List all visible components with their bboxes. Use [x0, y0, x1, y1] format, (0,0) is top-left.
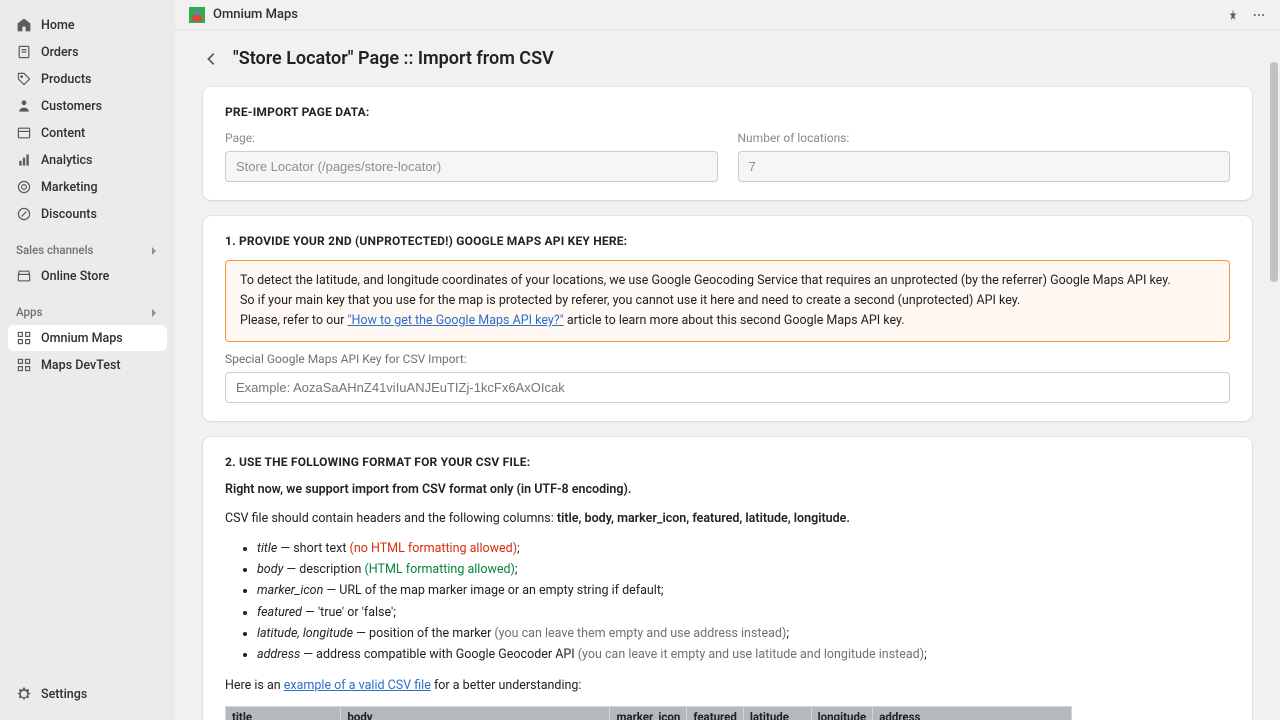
sales-channels-header[interactable]: Sales channels: [8, 237, 167, 263]
step1-card: 1. PROVIDE YOUR 2ND (UNPROTECTED!) GOOGL…: [203, 216, 1252, 421]
table-header: marker_icon: [610, 706, 687, 720]
products-icon: [16, 71, 32, 87]
nav-app-omnium-maps[interactable]: Omnium Maps: [8, 325, 167, 351]
page-label: Page:: [225, 131, 718, 145]
nav-settings[interactable]: Settings: [8, 680, 167, 708]
nav-marketing[interactable]: Marketing: [8, 174, 167, 200]
analytics-icon: [16, 152, 32, 168]
pin-icon[interactable]: [1226, 6, 1240, 24]
nav-customers[interactable]: Customers: [8, 93, 167, 119]
table-header: latitude: [743, 706, 811, 720]
field-list: title — short text (no HTML formatting a…: [257, 539, 1230, 665]
app-logo-icon: [189, 7, 205, 23]
nav-app-maps-devtest[interactable]: Maps DevTest: [8, 352, 167, 378]
nav-online-store[interactable]: Online Store: [8, 263, 167, 289]
apps-header[interactable]: Apps: [8, 299, 167, 325]
table-header: address: [873, 706, 1072, 720]
app-icon: [16, 357, 32, 373]
nav-products[interactable]: Products: [8, 66, 167, 92]
card-heading: 1. PROVIDE YOUR 2ND (UNPROTECTED!) GOOGL…: [225, 234, 1230, 248]
nav-orders[interactable]: Orders: [8, 39, 167, 65]
nav-label: Discounts: [41, 207, 97, 222]
sidebar: Home Orders Products Customers Content A…: [0, 0, 175, 720]
customers-icon: [16, 98, 32, 114]
nav-label: Marketing: [41, 180, 98, 195]
content-icon: [16, 125, 32, 141]
table-header: featured: [687, 706, 743, 720]
nav-label: Online Store: [41, 269, 109, 284]
discounts-icon: [16, 206, 32, 222]
example-csv-link[interactable]: example of a valid CSV file: [284, 678, 431, 693]
api-key-label: Special Google Maps API Key for CSV Impo…: [225, 352, 1230, 366]
card-heading: PRE-IMPORT PAGE DATA:: [225, 105, 1230, 119]
page-title: "Store Locator" Page :: Import from CSV: [233, 48, 554, 69]
api-key-note: To detect the latitude, and longitude co…: [225, 260, 1230, 342]
count-label: Number of locations:: [738, 131, 1231, 145]
preimport-card: PRE-IMPORT PAGE DATA: Page: Number of lo…: [203, 87, 1252, 200]
nav-label: Settings: [41, 687, 87, 702]
nav-discounts[interactable]: Discounts: [8, 201, 167, 227]
nav-label: Products: [41, 72, 91, 87]
topbar-title: Omnium Maps: [213, 7, 1226, 22]
topbar: Omnium Maps: [175, 0, 1280, 30]
marketing-icon: [16, 179, 32, 195]
orders-icon: [16, 44, 32, 60]
scrollbar[interactable]: [1268, 60, 1280, 720]
count-field: [738, 151, 1231, 182]
nav-label: Analytics: [41, 153, 93, 168]
gear-icon: [16, 686, 32, 702]
chevron-right-icon: [149, 245, 159, 255]
chevron-right-icon: [149, 307, 159, 317]
card-heading: 2. USE THE FOLLOWING FORMAT FOR YOUR CSV…: [225, 455, 1230, 469]
nav-label: Home: [41, 18, 75, 33]
page-field: [225, 151, 718, 182]
nav-home[interactable]: Home: [8, 12, 167, 38]
store-icon: [16, 268, 32, 284]
app-icon: [16, 330, 32, 346]
table-header: longitude: [811, 706, 873, 720]
api-key-input[interactable]: [225, 372, 1230, 403]
api-key-help-link[interactable]: "How to get the Google Maps API key?": [347, 313, 563, 328]
nav-analytics[interactable]: Analytics: [8, 147, 167, 173]
home-icon: [16, 17, 32, 33]
table-header: body: [341, 706, 610, 720]
nav-content[interactable]: Content: [8, 120, 167, 146]
nav-label: Omnium Maps: [41, 331, 123, 346]
nav-label: Content: [41, 126, 85, 141]
sample-table: titlebodymarker_iconfeaturedlatitudelong…: [225, 706, 1072, 720]
nav-label: Orders: [41, 45, 79, 60]
back-button[interactable]: [203, 50, 221, 68]
nav-label: Maps DevTest: [41, 358, 121, 373]
nav-label: Customers: [41, 99, 102, 114]
step2-card: 2. USE THE FOLLOWING FORMAT FOR YOUR CSV…: [203, 437, 1252, 720]
table-header: title: [226, 706, 341, 720]
more-icon[interactable]: [1252, 6, 1266, 24]
page-header: "Store Locator" Page :: Import from CSV: [203, 48, 1252, 69]
